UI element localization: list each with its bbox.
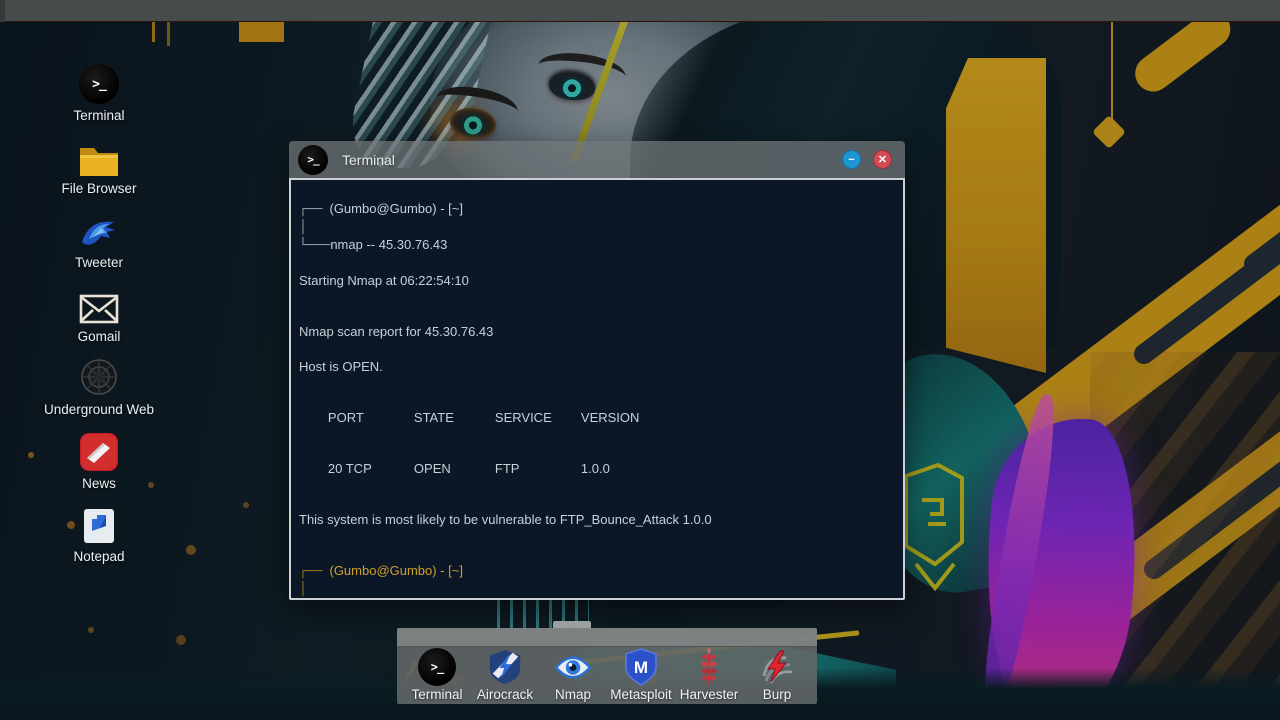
- terminal-prompt-line: │: [299, 582, 307, 597]
- dock-item-label: Terminal: [411, 687, 463, 702]
- shield-m-icon: M: [625, 648, 657, 686]
- terminal-line: Starting Nmap at 06:22:54:10: [299, 273, 469, 288]
- dock-item-harvester[interactable]: Harvester: [677, 648, 741, 704]
- dock-handle[interactable]: [553, 621, 591, 628]
- shield-lightning-icon: [489, 649, 521, 685]
- terminal-prompt-line: └────: [299, 598, 893, 600]
- dock-item-label: Harvester: [679, 687, 739, 702]
- scan-table-header: PORT STATE SERVICE VERSION: [327, 410, 640, 425]
- terminal-window: >_ Terminal − ✕ ┌── (Gumbo@Gumbo) - [~] │…: [289, 141, 905, 600]
- terminal-line: Host is OPEN.: [299, 359, 383, 374]
- terminal-command-line: └───nmap -- 45.30.76.43: [299, 237, 448, 253]
- terminal-titlebar[interactable]: >_ Terminal − ✕: [289, 141, 905, 178]
- scan-table-row: 20 TCP OPEN FTP 1.0.0: [327, 461, 610, 476]
- envelope-icon: [79, 294, 119, 324]
- eye-icon: [554, 655, 592, 679]
- dark-web-emblem-icon: [81, 359, 117, 395]
- desktop-icon-underground-web[interactable]: Underground Web: [37, 356, 161, 417]
- desktop-icon-tweeter[interactable]: Tweeter: [37, 209, 161, 270]
- dock-item-label: Metasploit: [610, 687, 672, 702]
- desktop-icon-news[interactable]: News: [37, 430, 161, 491]
- desktop-icon-label: Underground Web: [43, 402, 155, 417]
- desktop-icon-terminal[interactable]: >_ Terminal: [37, 62, 161, 123]
- desktop-icon-label: File Browser: [61, 181, 137, 196]
- terminal-prompt-line: ┌── (Gumbo@Gumbo) - [~]: [299, 201, 463, 217]
- terminal-icon: >_: [79, 64, 119, 104]
- dock-items: >_ Terminal Airocrack Nmap M Metasploit …: [397, 648, 817, 704]
- desktop-icon-label: Gomail: [77, 329, 121, 344]
- dock-item-label: Burp: [762, 687, 792, 702]
- burp-flash-icon: [762, 650, 793, 684]
- desktop-icon-notepad[interactable]: Notepad: [37, 503, 161, 564]
- top-bar: [0, 0, 1280, 22]
- window-title: Terminal: [342, 151, 395, 168]
- newspaper-icon: [80, 433, 118, 471]
- dock: >_ Terminal Airocrack Nmap M Metasploit …: [397, 621, 817, 704]
- dock-item-label: Airocrack: [476, 687, 534, 702]
- terminal-prompt-line: ┌── (Gumbo@Gumbo) - [~]: [299, 563, 463, 579]
- dock-top-strip: [397, 628, 817, 647]
- notepad-icon: [84, 509, 114, 543]
- svg-text:M: M: [634, 658, 648, 677]
- desktop-icon-label: News: [82, 476, 116, 491]
- dock-item-terminal[interactable]: >_ Terminal: [405, 648, 469, 704]
- desktop-icon-label: Notepad: [73, 549, 125, 564]
- desktop-icon-file-browser[interactable]: File Browser: [37, 135, 161, 196]
- dock-item-label: Nmap: [554, 687, 591, 702]
- terminal-prompt-line: │: [299, 220, 307, 235]
- bird-icon: [82, 221, 115, 245]
- wheat-icon: [701, 648, 717, 685]
- terminal-output[interactable]: ┌── (Gumbo@Gumbo) - [~] │ └───nmap -- 45.…: [289, 178, 905, 600]
- desktop: >_ Terminal File Browser Tweeter Gomail: [0, 0, 1280, 720]
- terminal-icon: >_: [418, 648, 456, 686]
- folder-icon: [80, 148, 118, 176]
- dock-item-nmap[interactable]: Nmap: [541, 648, 605, 704]
- minimize-button[interactable]: −: [842, 150, 861, 169]
- dock-item-airocrack[interactable]: Airocrack: [473, 648, 537, 704]
- close-button[interactable]: ✕: [873, 150, 892, 169]
- desktop-icon-label: Terminal: [73, 108, 125, 123]
- dock-item-metasploit[interactable]: M Metasploit: [609, 648, 673, 704]
- terminal-line: Nmap scan report for 45.30.76.43: [299, 324, 494, 339]
- top-bar-edge: [0, 0, 5, 22]
- text-cursor: [341, 598, 343, 600]
- desktop-icon-label: Tweeter: [74, 255, 124, 270]
- desktop-icon-gomail[interactable]: Gomail: [37, 283, 161, 344]
- terminal-icon: >_: [298, 144, 328, 175]
- dock-item-burp[interactable]: Burp: [745, 648, 809, 704]
- terminal-line: This system is most likely to be vulnera…: [299, 512, 712, 527]
